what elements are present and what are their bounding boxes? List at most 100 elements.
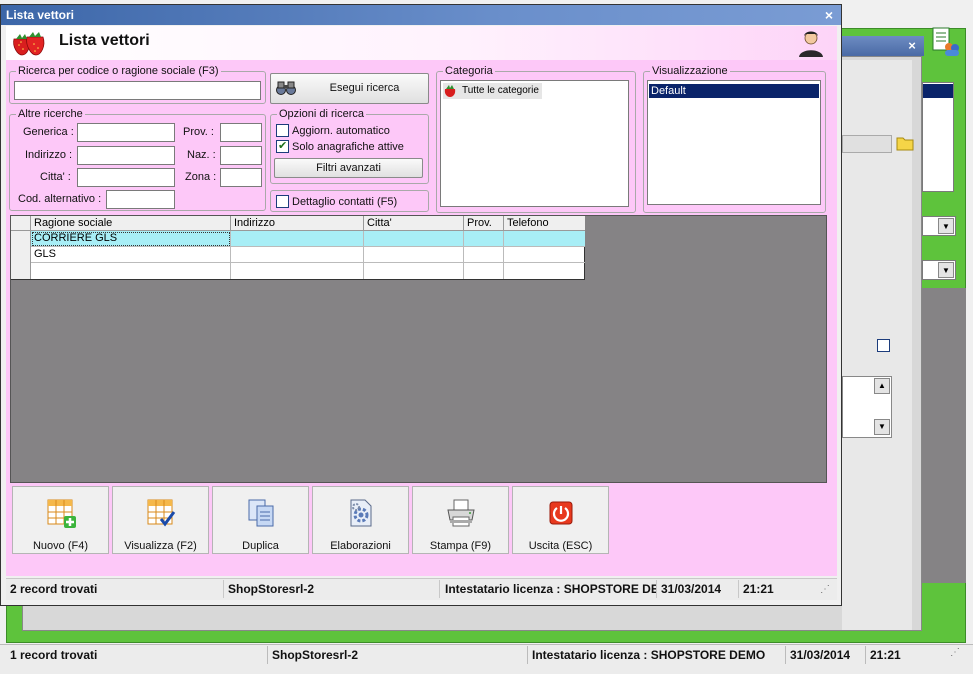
- table-cell[interactable]: [504, 231, 585, 247]
- active-only-label[interactable]: Solo anagrafiche attive: [292, 140, 404, 154]
- column-header-telefono[interactable]: Telefono: [504, 216, 585, 231]
- new-grid-icon: [47, 499, 76, 528]
- background-path-field[interactable]: [842, 135, 892, 153]
- prov-input[interactable]: [220, 123, 262, 142]
- background-close-button[interactable]: ×: [904, 37, 920, 55]
- generica-label: Generica :: [23, 126, 74, 138]
- table-cell[interactable]: [231, 247, 364, 263]
- duplicate-button[interactable]: Duplica: [212, 486, 309, 554]
- column-header-citta[interactable]: Citta': [364, 216, 464, 231]
- background-status-time: 21:21: [870, 648, 901, 662]
- table-cell[interactable]: GLS: [31, 247, 231, 263]
- search-group-label: Ricerca per codice o ragione sociale (F3…: [16, 64, 221, 78]
- new-button-label: Nuovo (F4): [32, 540, 89, 552]
- search-input[interactable]: [14, 81, 261, 100]
- background-status-license: Intestatario licenza : SHOPSTORE DEMO: [528, 646, 786, 664]
- table-cell[interactable]: [504, 247, 585, 263]
- process-button-label: Elaborazioni: [330, 540, 391, 552]
- visualization-list[interactable]: [647, 80, 821, 205]
- other-searches-label: Altre ricerche: [16, 107, 85, 121]
- column-header-ragione-sociale[interactable]: Ragione sociale: [31, 216, 231, 231]
- table-cell[interactable]: [504, 263, 585, 279]
- category-tree[interactable]: [440, 80, 629, 207]
- active-only-checkbox[interactable]: [276, 139, 289, 153]
- user-icon: [799, 31, 823, 57]
- print-button[interactable]: Stampa (F9): [412, 486, 509, 554]
- process-button[interactable]: Elaborazioni: [312, 486, 409, 554]
- status-license: Intestatario licenza : SHOPSTORE DEMO: [441, 580, 657, 598]
- table-cell[interactable]: [364, 263, 464, 279]
- background-combo-2[interactable]: ▼: [922, 260, 956, 280]
- zona-label: Zona :: [185, 171, 217, 183]
- zona-input[interactable]: [220, 168, 262, 187]
- column-header-prov[interactable]: Prov.: [464, 216, 504, 231]
- auto-update-label[interactable]: Aggiorn. automatico: [292, 124, 390, 138]
- category-item-label: Tutte le categorie: [462, 85, 539, 96]
- auto-update-checkbox[interactable]: [276, 124, 289, 137]
- chevron-down-icon[interactable]: ▼: [938, 218, 954, 234]
- background-combo-1[interactable]: ▼: [922, 216, 956, 236]
- visualization-group-label: Visualizzazione: [650, 64, 730, 78]
- citta-label: Citta' :: [40, 171, 71, 183]
- carriers-table: Ragione sociale Indirizzo Citta' Prov. T…: [11, 216, 585, 280]
- table-cell[interactable]: [364, 247, 464, 263]
- table-cell[interactable]: CORRIERE GLS: [31, 231, 231, 247]
- search-options-label: Opzioni di ricerca: [277, 107, 366, 121]
- table-cell[interactable]: [464, 263, 504, 279]
- naz-input[interactable]: [220, 146, 262, 165]
- execute-search-label: Esegui ricerca: [329, 82, 400, 94]
- strawberry-icon: [444, 85, 456, 97]
- table-cell[interactable]: [464, 247, 504, 263]
- background-status-records: 1 record trovati: [6, 646, 268, 664]
- new-button[interactable]: Nuovo (F4): [12, 486, 109, 554]
- advanced-filters-button[interactable]: Filtri avanzati: [274, 158, 423, 178]
- scroll-down-icon[interactable]: ▼: [874, 419, 890, 435]
- cod-alternativo-input[interactable]: [106, 190, 175, 209]
- row-indicator[interactable]: [11, 231, 31, 247]
- category-item-all[interactable]: Tutte le categorie: [443, 83, 542, 99]
- background-status-date: 31/03/2014: [786, 646, 866, 664]
- prov-label: Prov. :: [183, 126, 214, 138]
- table-row[interactable]: CORRIERE GLS: [11, 231, 585, 247]
- citta-input[interactable]: [77, 168, 175, 187]
- view-button-label: Visualizza (F2): [124, 540, 197, 552]
- row-indicator[interactable]: [11, 263, 31, 279]
- table-row[interactable]: [11, 263, 585, 279]
- title-bar[interactable]: [1, 5, 841, 25]
- background-list-box[interactable]: [922, 82, 954, 192]
- duplicate-button-label: Duplica: [242, 540, 279, 552]
- view-grid-icon: [147, 499, 176, 527]
- folder-icon[interactable]: [895, 133, 915, 153]
- category-group-label: Categoria: [443, 64, 495, 78]
- scroll-up-icon[interactable]: ▲: [874, 378, 890, 394]
- visualization-item-default[interactable]: Default: [649, 84, 819, 98]
- view-button[interactable]: Visualizza (F2): [112, 486, 209, 554]
- background-checkbox[interactable]: [877, 339, 890, 352]
- table-corner: [11, 216, 31, 231]
- generica-input[interactable]: [77, 123, 175, 142]
- execute-search-button[interactable]: Esegui ricerca: [270, 73, 429, 104]
- table-cell[interactable]: [364, 231, 464, 247]
- exit-button-label: Uscita (ESC): [528, 540, 593, 552]
- table-cell[interactable]: [231, 263, 364, 279]
- close-button[interactable]: ×: [820, 6, 838, 24]
- column-header-indirizzo[interactable]: Indirizzo: [231, 216, 364, 231]
- table-cell[interactable]: [231, 231, 364, 247]
- print-button-label: Stampa (F9): [429, 540, 492, 552]
- contact-detail-label[interactable]: Dettaglio contatti (F5): [292, 195, 397, 209]
- row-indicator[interactable]: [11, 247, 31, 263]
- indirizzo-input[interactable]: [77, 146, 175, 165]
- resize-grip-icon[interactable]: ⋰: [950, 647, 964, 663]
- contact-detail-checkbox[interactable]: [276, 195, 289, 208]
- duplicate-icon: [248, 499, 274, 527]
- table-cell[interactable]: [464, 231, 504, 247]
- window-title: Lista vettori: [6, 8, 75, 22]
- table-cell[interactable]: [31, 263, 231, 279]
- resize-grip-icon[interactable]: ⋰: [820, 584, 834, 598]
- status-records: 2 record trovati: [6, 580, 224, 598]
- exit-button[interactable]: Uscita (ESC): [512, 486, 609, 554]
- background-status-company: ShopStoresrl-2: [268, 646, 528, 664]
- table-row[interactable]: GLS: [11, 247, 585, 263]
- strawberry-icon: [13, 32, 45, 56]
- chevron-down-icon[interactable]: ▼: [938, 262, 954, 278]
